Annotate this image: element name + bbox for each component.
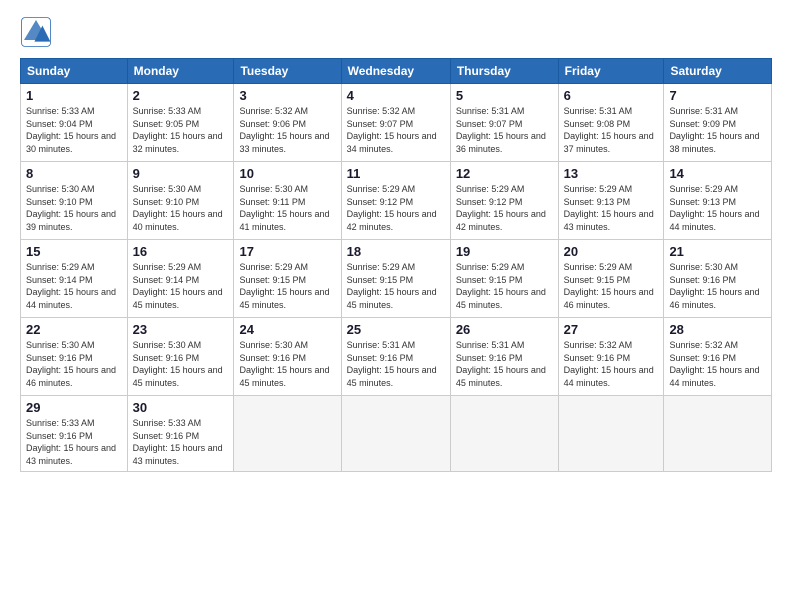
logo-icon — [20, 16, 52, 48]
table-cell: 25Sunrise: 5:31 AMSunset: 9:16 PMDayligh… — [341, 318, 450, 396]
header-row: Sunday Monday Tuesday Wednesday Thursday… — [21, 59, 772, 84]
table-cell: 2Sunrise: 5:33 AMSunset: 9:05 PMDaylight… — [127, 84, 234, 162]
table-cell: 30Sunrise: 5:33 AMSunset: 9:16 PMDayligh… — [127, 396, 234, 472]
table-cell — [341, 396, 450, 472]
calendar-table: Sunday Monday Tuesday Wednesday Thursday… — [20, 58, 772, 472]
table-cell: 29Sunrise: 5:33 AMSunset: 9:16 PMDayligh… — [21, 396, 128, 472]
col-friday: Friday — [558, 59, 664, 84]
table-cell: 23Sunrise: 5:30 AMSunset: 9:16 PMDayligh… — [127, 318, 234, 396]
table-cell: 28Sunrise: 5:32 AMSunset: 9:16 PMDayligh… — [664, 318, 772, 396]
table-cell — [558, 396, 664, 472]
table-cell: 26Sunrise: 5:31 AMSunset: 9:16 PMDayligh… — [450, 318, 558, 396]
header — [20, 16, 772, 48]
col-wednesday: Wednesday — [341, 59, 450, 84]
table-cell: 12Sunrise: 5:29 AMSunset: 9:12 PMDayligh… — [450, 162, 558, 240]
table-cell: 16Sunrise: 5:29 AMSunset: 9:14 PMDayligh… — [127, 240, 234, 318]
week-row-5: 29Sunrise: 5:33 AMSunset: 9:16 PMDayligh… — [21, 396, 772, 472]
table-cell: 21Sunrise: 5:30 AMSunset: 9:16 PMDayligh… — [664, 240, 772, 318]
table-cell: 13Sunrise: 5:29 AMSunset: 9:13 PMDayligh… — [558, 162, 664, 240]
table-cell: 10Sunrise: 5:30 AMSunset: 9:11 PMDayligh… — [234, 162, 341, 240]
week-row-1: 1Sunrise: 5:33 AMSunset: 9:04 PMDaylight… — [21, 84, 772, 162]
table-cell: 18Sunrise: 5:29 AMSunset: 9:15 PMDayligh… — [341, 240, 450, 318]
table-cell: 1Sunrise: 5:33 AMSunset: 9:04 PMDaylight… — [21, 84, 128, 162]
week-row-2: 8Sunrise: 5:30 AMSunset: 9:10 PMDaylight… — [21, 162, 772, 240]
week-row-4: 22Sunrise: 5:30 AMSunset: 9:16 PMDayligh… — [21, 318, 772, 396]
table-cell: 4Sunrise: 5:32 AMSunset: 9:07 PMDaylight… — [341, 84, 450, 162]
table-cell: 11Sunrise: 5:29 AMSunset: 9:12 PMDayligh… — [341, 162, 450, 240]
table-cell — [450, 396, 558, 472]
col-monday: Monday — [127, 59, 234, 84]
table-cell: 15Sunrise: 5:29 AMSunset: 9:14 PMDayligh… — [21, 240, 128, 318]
table-cell: 7Sunrise: 5:31 AMSunset: 9:09 PMDaylight… — [664, 84, 772, 162]
table-cell: 5Sunrise: 5:31 AMSunset: 9:07 PMDaylight… — [450, 84, 558, 162]
table-cell: 9Sunrise: 5:30 AMSunset: 9:10 PMDaylight… — [127, 162, 234, 240]
table-cell: 24Sunrise: 5:30 AMSunset: 9:16 PMDayligh… — [234, 318, 341, 396]
table-cell — [664, 396, 772, 472]
col-thursday: Thursday — [450, 59, 558, 84]
table-cell: 17Sunrise: 5:29 AMSunset: 9:15 PMDayligh… — [234, 240, 341, 318]
col-sunday: Sunday — [21, 59, 128, 84]
table-cell: 22Sunrise: 5:30 AMSunset: 9:16 PMDayligh… — [21, 318, 128, 396]
calendar-body: 1Sunrise: 5:33 AMSunset: 9:04 PMDaylight… — [21, 84, 772, 472]
col-tuesday: Tuesday — [234, 59, 341, 84]
table-cell: 6Sunrise: 5:31 AMSunset: 9:08 PMDaylight… — [558, 84, 664, 162]
calendar-page: Sunday Monday Tuesday Wednesday Thursday… — [0, 0, 792, 612]
week-row-3: 15Sunrise: 5:29 AMSunset: 9:14 PMDayligh… — [21, 240, 772, 318]
table-cell — [234, 396, 341, 472]
col-saturday: Saturday — [664, 59, 772, 84]
table-cell: 20Sunrise: 5:29 AMSunset: 9:15 PMDayligh… — [558, 240, 664, 318]
table-cell: 14Sunrise: 5:29 AMSunset: 9:13 PMDayligh… — [664, 162, 772, 240]
table-cell: 19Sunrise: 5:29 AMSunset: 9:15 PMDayligh… — [450, 240, 558, 318]
table-cell: 8Sunrise: 5:30 AMSunset: 9:10 PMDaylight… — [21, 162, 128, 240]
table-cell: 3Sunrise: 5:32 AMSunset: 9:06 PMDaylight… — [234, 84, 341, 162]
logo — [20, 16, 56, 48]
table-cell: 27Sunrise: 5:32 AMSunset: 9:16 PMDayligh… — [558, 318, 664, 396]
